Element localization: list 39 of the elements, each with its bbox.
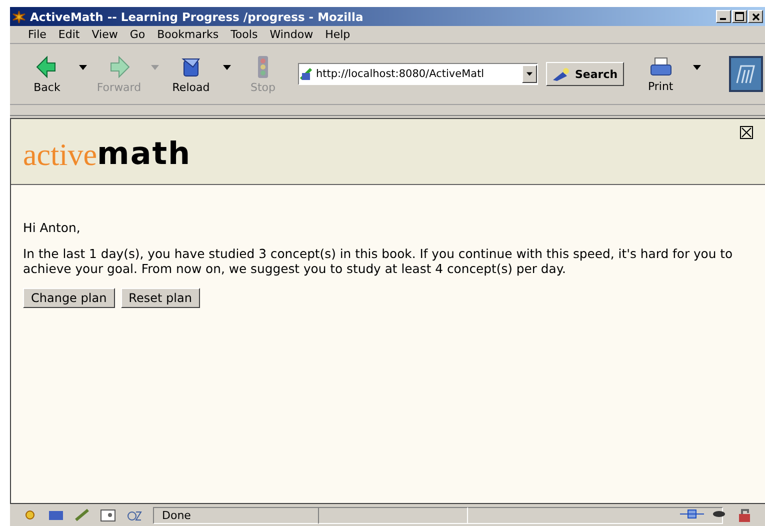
menu-item[interactable]: Tools	[224, 28, 264, 41]
menu-item[interactable]: View	[86, 28, 124, 41]
maximize-button[interactable]	[732, 10, 747, 23]
search-button[interactable]: Search	[546, 62, 624, 86]
greeting-text: Hi Anton,	[23, 221, 82, 236]
pen-icon[interactable]	[74, 508, 90, 522]
close-button[interactable]	[748, 10, 763, 23]
caret-icon[interactable]	[220, 64, 234, 70]
throbber-logo[interactable]	[729, 56, 763, 92]
address-field[interactable]: http://localhost:8080/ActiveMatl	[298, 63, 538, 85]
plan-button[interactable]: Change plan	[23, 288, 115, 308]
padlock-icon[interactable]	[737, 507, 753, 523]
menu-item[interactable]: Go	[124, 28, 152, 41]
maximize-icon	[735, 12, 744, 21]
minimize-button[interactable]	[716, 10, 731, 23]
print-button[interactable]: Print	[638, 56, 684, 92]
menu-item[interactable]: Window	[264, 28, 320, 41]
menu-item[interactable]: Bookmarks	[151, 28, 225, 41]
menu-item[interactable]: Edit	[52, 28, 86, 41]
caret-icon[interactable]	[76, 64, 90, 70]
menu-item[interactable]: File	[22, 28, 52, 41]
printer-icon	[648, 56, 673, 78]
toolbar-button[interactable]: Reload	[168, 54, 214, 94]
mail-icon[interactable]	[48, 508, 64, 522]
activemath-logo: activemath	[23, 139, 192, 170]
close-icon	[752, 12, 760, 20]
window-title: ActiveMath -- Learning Progress /progress - Mozilla	[30, 10, 364, 24]
menu-item[interactable]: Help	[319, 28, 356, 41]
plug-icon[interactable]	[679, 507, 705, 521]
dropdown-icon[interactable]	[522, 65, 537, 83]
page-icon	[299, 67, 313, 81]
progress-message: In the last 1 day(s), you have studied 3 concept(s) in this book. If you continue with this speed, it's hard for you to achieve your goal. From now on, we suggest you to study at least 4 concept(s) per day.	[23, 247, 734, 276]
app-icon	[12, 10, 26, 24]
toolbar-button[interactable]: Back	[24, 54, 70, 94]
close-icon[interactable]	[740, 126, 753, 139]
plan-button[interactable]: Reset plan	[120, 288, 200, 308]
contact-card-icon[interactable]	[100, 508, 116, 522]
search-icon	[552, 66, 572, 82]
m-logo-icon	[734, 63, 758, 85]
